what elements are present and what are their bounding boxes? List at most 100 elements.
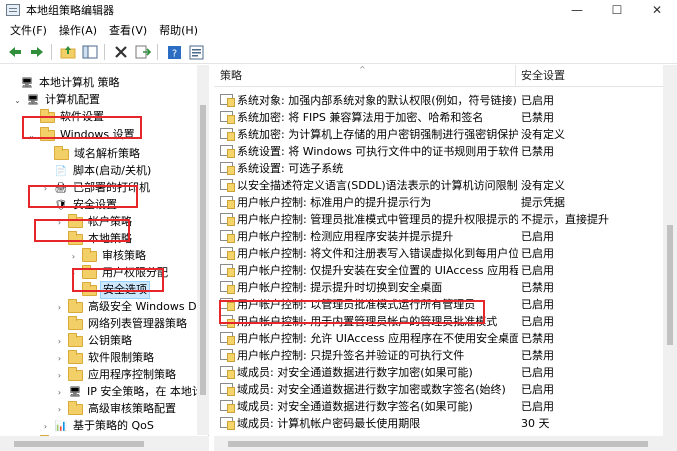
- policy-row[interactable]: 域成员: 对安全通道数据进行数字签名(如果可能) 已启用: [214, 397, 665, 414]
- policy-row[interactable]: 域成员: 对安全通道数据进行数字加密(如果可能) 已启用: [214, 363, 665, 380]
- tree-item-label: 本地计算机 策略: [39, 76, 120, 89]
- tree-horizontal-scrollbar[interactable]: [0, 436, 209, 451]
- column-header-policy[interactable]: 策略: [214, 65, 242, 87]
- scrollbar-thumb[interactable]: [14, 441, 144, 447]
- policy-row[interactable]: 用户帐户控制: 将文件和注册表写入错误虚拟化到每用户位置 已启用: [214, 244, 665, 261]
- collapsed-chevron-icon[interactable]: ›: [54, 332, 65, 350]
- policy-setting-icon: [220, 179, 235, 192]
- maximize-button[interactable]: ☐: [597, 0, 637, 20]
- policy-row[interactable]: 域成员: 计算机帐户密码最长使用期限 30 天: [214, 414, 665, 431]
- tree-item[interactable]: › 帐户策略: [54, 213, 134, 231]
- tree-item[interactable]: 域名解析策略: [40, 145, 142, 163]
- export-list-icon[interactable]: [133, 43, 153, 61]
- list-horizontal-scrollbar[interactable]: [214, 436, 663, 451]
- tree-item[interactable]: › 软件限制策略: [54, 349, 156, 367]
- expanded-chevron-icon[interactable]: ⌄: [54, 230, 65, 248]
- app-icon: [6, 4, 20, 16]
- tree-item[interactable]: › 高级安全 Windows De: [54, 298, 205, 316]
- policy-row[interactable]: 系统加密: 为计算机上存储的用户密钥强制进行强密钥保护 没有定义: [214, 125, 665, 142]
- tree-item[interactable]: › 应用程序控制策略: [54, 366, 178, 384]
- minimize-button[interactable]: —: [557, 0, 597, 20]
- tree-vertical-scrollbar[interactable]: [197, 65, 209, 435]
- tree-item-label: 网络列表管理器策略: [88, 317, 187, 330]
- collapsed-chevron-icon[interactable]: ›: [68, 264, 79, 282]
- expanded-chevron-icon[interactable]: ⌄: [26, 126, 37, 144]
- policy-row[interactable]: 用户帐户控制: 仅提升安装在安全位置的 UIAccess 应用程序 已启用: [214, 261, 665, 278]
- policy-name: 用户帐户控制: 检测应用程序安装并提示提升: [237, 229, 454, 243]
- forward-arrow-icon[interactable]: [27, 43, 47, 61]
- policy-row[interactable]: 用户帐户控制: 用于内置管理员帐户的管理员批准模式 已启用: [214, 312, 665, 329]
- scrollbar-thumb[interactable]: [228, 441, 648, 447]
- policy-row[interactable]: 用户帐户控制: 允许 UIAccess 应用程序在不使用安全桌面... 已禁用: [214, 329, 665, 346]
- collapsed-chevron-icon[interactable]: ›: [54, 383, 65, 401]
- menu-view[interactable]: 查看(V): [103, 20, 153, 41]
- computer-icon: 🖥: [26, 94, 40, 106]
- collapsed-chevron-icon[interactable]: ›: [54, 366, 65, 384]
- up-folder-icon[interactable]: [58, 43, 78, 61]
- tree-item[interactable]: 🖥 本地计算机 策略: [6, 74, 122, 92]
- tree-item[interactable]: 📄 脚本(启动/关机): [40, 162, 153, 180]
- collapsed-chevron-icon[interactable]: ›: [54, 400, 65, 418]
- tree-item[interactable]: › 📊 基于策略的 QoS: [40, 417, 156, 435]
- policy-row[interactable]: 以安全描述符定义语言(SDDL)语法表示的计算机访问限制 没有定义: [214, 176, 665, 193]
- help-icon[interactable]: ?: [164, 43, 184, 61]
- policy-name: 域成员: 对安全通道数据进行数字签名(如果可能): [237, 399, 473, 413]
- policy-row[interactable]: 用户帐户控制: 检测应用程序安装并提示提升 已启用: [214, 227, 665, 244]
- tree-item[interactable]: ⌄ 本地策略: [54, 230, 134, 248]
- folder-icon: [68, 400, 83, 415]
- policy-value: 已禁用: [521, 144, 554, 158]
- tree-item[interactable]: › 审核策略: [68, 247, 148, 265]
- scrollbar-thumb[interactable]: [667, 225, 673, 345]
- tree-item[interactable]: 安全选项: [68, 281, 150, 299]
- policy-row[interactable]: 域成员: 对安全通道数据进行数字加密或数字签名(始终) 已启用: [214, 380, 665, 397]
- show-hide-tree-icon[interactable]: [80, 43, 100, 61]
- policy-row[interactable]: 系统对象: 加强内部系统对象的默认权限(例如，符号链接) 已启用: [214, 91, 665, 108]
- policy-row[interactable]: 用户帐户控制: 标准用户的提升提示行为 提示凭据: [214, 193, 665, 210]
- tree-item[interactable]: ⌄ Windows 设置: [26, 126, 137, 144]
- tree-item[interactable]: › 🖥 IP 安全策略，在 本地计: [54, 383, 205, 401]
- expanded-chevron-icon[interactable]: ⌄: [12, 91, 23, 109]
- folder-icon: [40, 108, 55, 123]
- tree-item[interactable]: › 🖨 已部署的打印机: [40, 179, 152, 197]
- collapsed-chevron-icon[interactable]: ›: [40, 179, 51, 197]
- close-button[interactable]: ✕: [637, 0, 677, 20]
- back-arrow-icon[interactable]: [5, 43, 25, 61]
- scrollbar-thumb[interactable]: [200, 105, 206, 395]
- collapsed-chevron-icon[interactable]: ›: [54, 213, 65, 231]
- tree-item[interactable]: 软件设置: [26, 108, 106, 126]
- list-vertical-scrollbar[interactable]: [663, 65, 677, 451]
- policy-row[interactable]: 用户帐户控制: 管理员批准模式中管理员的提升权限提示的... 不提示，直接提升: [214, 210, 665, 227]
- tree-item[interactable]: 网络列表管理器策略: [54, 315, 189, 333]
- chart-icon: 📊: [54, 420, 68, 432]
- tree-item-label: Windows 设置: [60, 128, 135, 141]
- policy-row[interactable]: 用户帐户控制: 提示提升时切换到安全桌面 已禁用: [214, 278, 665, 295]
- menu-help[interactable]: 帮助(H): [153, 20, 204, 41]
- collapsed-chevron-icon[interactable]: ›: [68, 247, 79, 265]
- properties-icon[interactable]: [186, 43, 206, 61]
- menu-bar: 文件(F) 操作(A) 查看(V) 帮助(H): [0, 20, 677, 41]
- tree-item[interactable]: › 公钥策略: [54, 332, 134, 350]
- title-bar: 本地组策略编辑器 — ☐ ✕: [0, 0, 677, 20]
- expanded-chevron-icon[interactable]: ⌄: [40, 196, 51, 214]
- policy-row[interactable]: 系统设置: 可选子系统: [214, 159, 665, 176]
- menu-action[interactable]: 操作(A): [53, 20, 103, 41]
- delete-icon[interactable]: [111, 43, 131, 61]
- collapsed-chevron-icon[interactable]: ›: [54, 349, 65, 367]
- collapsed-chevron-icon[interactable]: ›: [54, 298, 65, 316]
- tree-item[interactable]: › 高级审核策略配置: [54, 400, 178, 418]
- column-header-security-setting[interactable]: 安全设置: [515, 65, 565, 87]
- policy-row[interactable]: 系统加密: 将 FIPS 兼容算法用于加密、哈希和签名 已禁用: [214, 108, 665, 125]
- policy-row[interactable]: 用户帐户控制: 以管理员批准模式运行所有管理员 已启用: [214, 295, 665, 312]
- tree-item-label: 高级审核策略配置: [88, 402, 176, 415]
- policy-name: 域成员: 对安全通道数据进行数字加密或数字签名(始终): [237, 382, 506, 396]
- tree-item[interactable]: ⌄ 🛡 安全设置: [40, 196, 119, 214]
- policy-name: 用户帐户控制: 仅提升安装在安全位置的 UIAccess 应用程序: [237, 263, 518, 277]
- tree-item[interactable]: ⌄ 🖥 计算机配置: [12, 91, 102, 109]
- folder-icon: [68, 230, 83, 245]
- menu-file[interactable]: 文件(F): [4, 20, 53, 41]
- policy-row[interactable]: 系统设置: 将 Windows 可执行文件中的证书规则用于软件... 已禁用: [214, 142, 665, 159]
- collapsed-chevron-icon[interactable]: ›: [40, 417, 51, 435]
- tree-item[interactable]: › 用户权限分配: [68, 264, 170, 282]
- policy-row[interactable]: 用户帐户控制: 只提升签名并验证的可执行文件 已禁用: [214, 346, 665, 363]
